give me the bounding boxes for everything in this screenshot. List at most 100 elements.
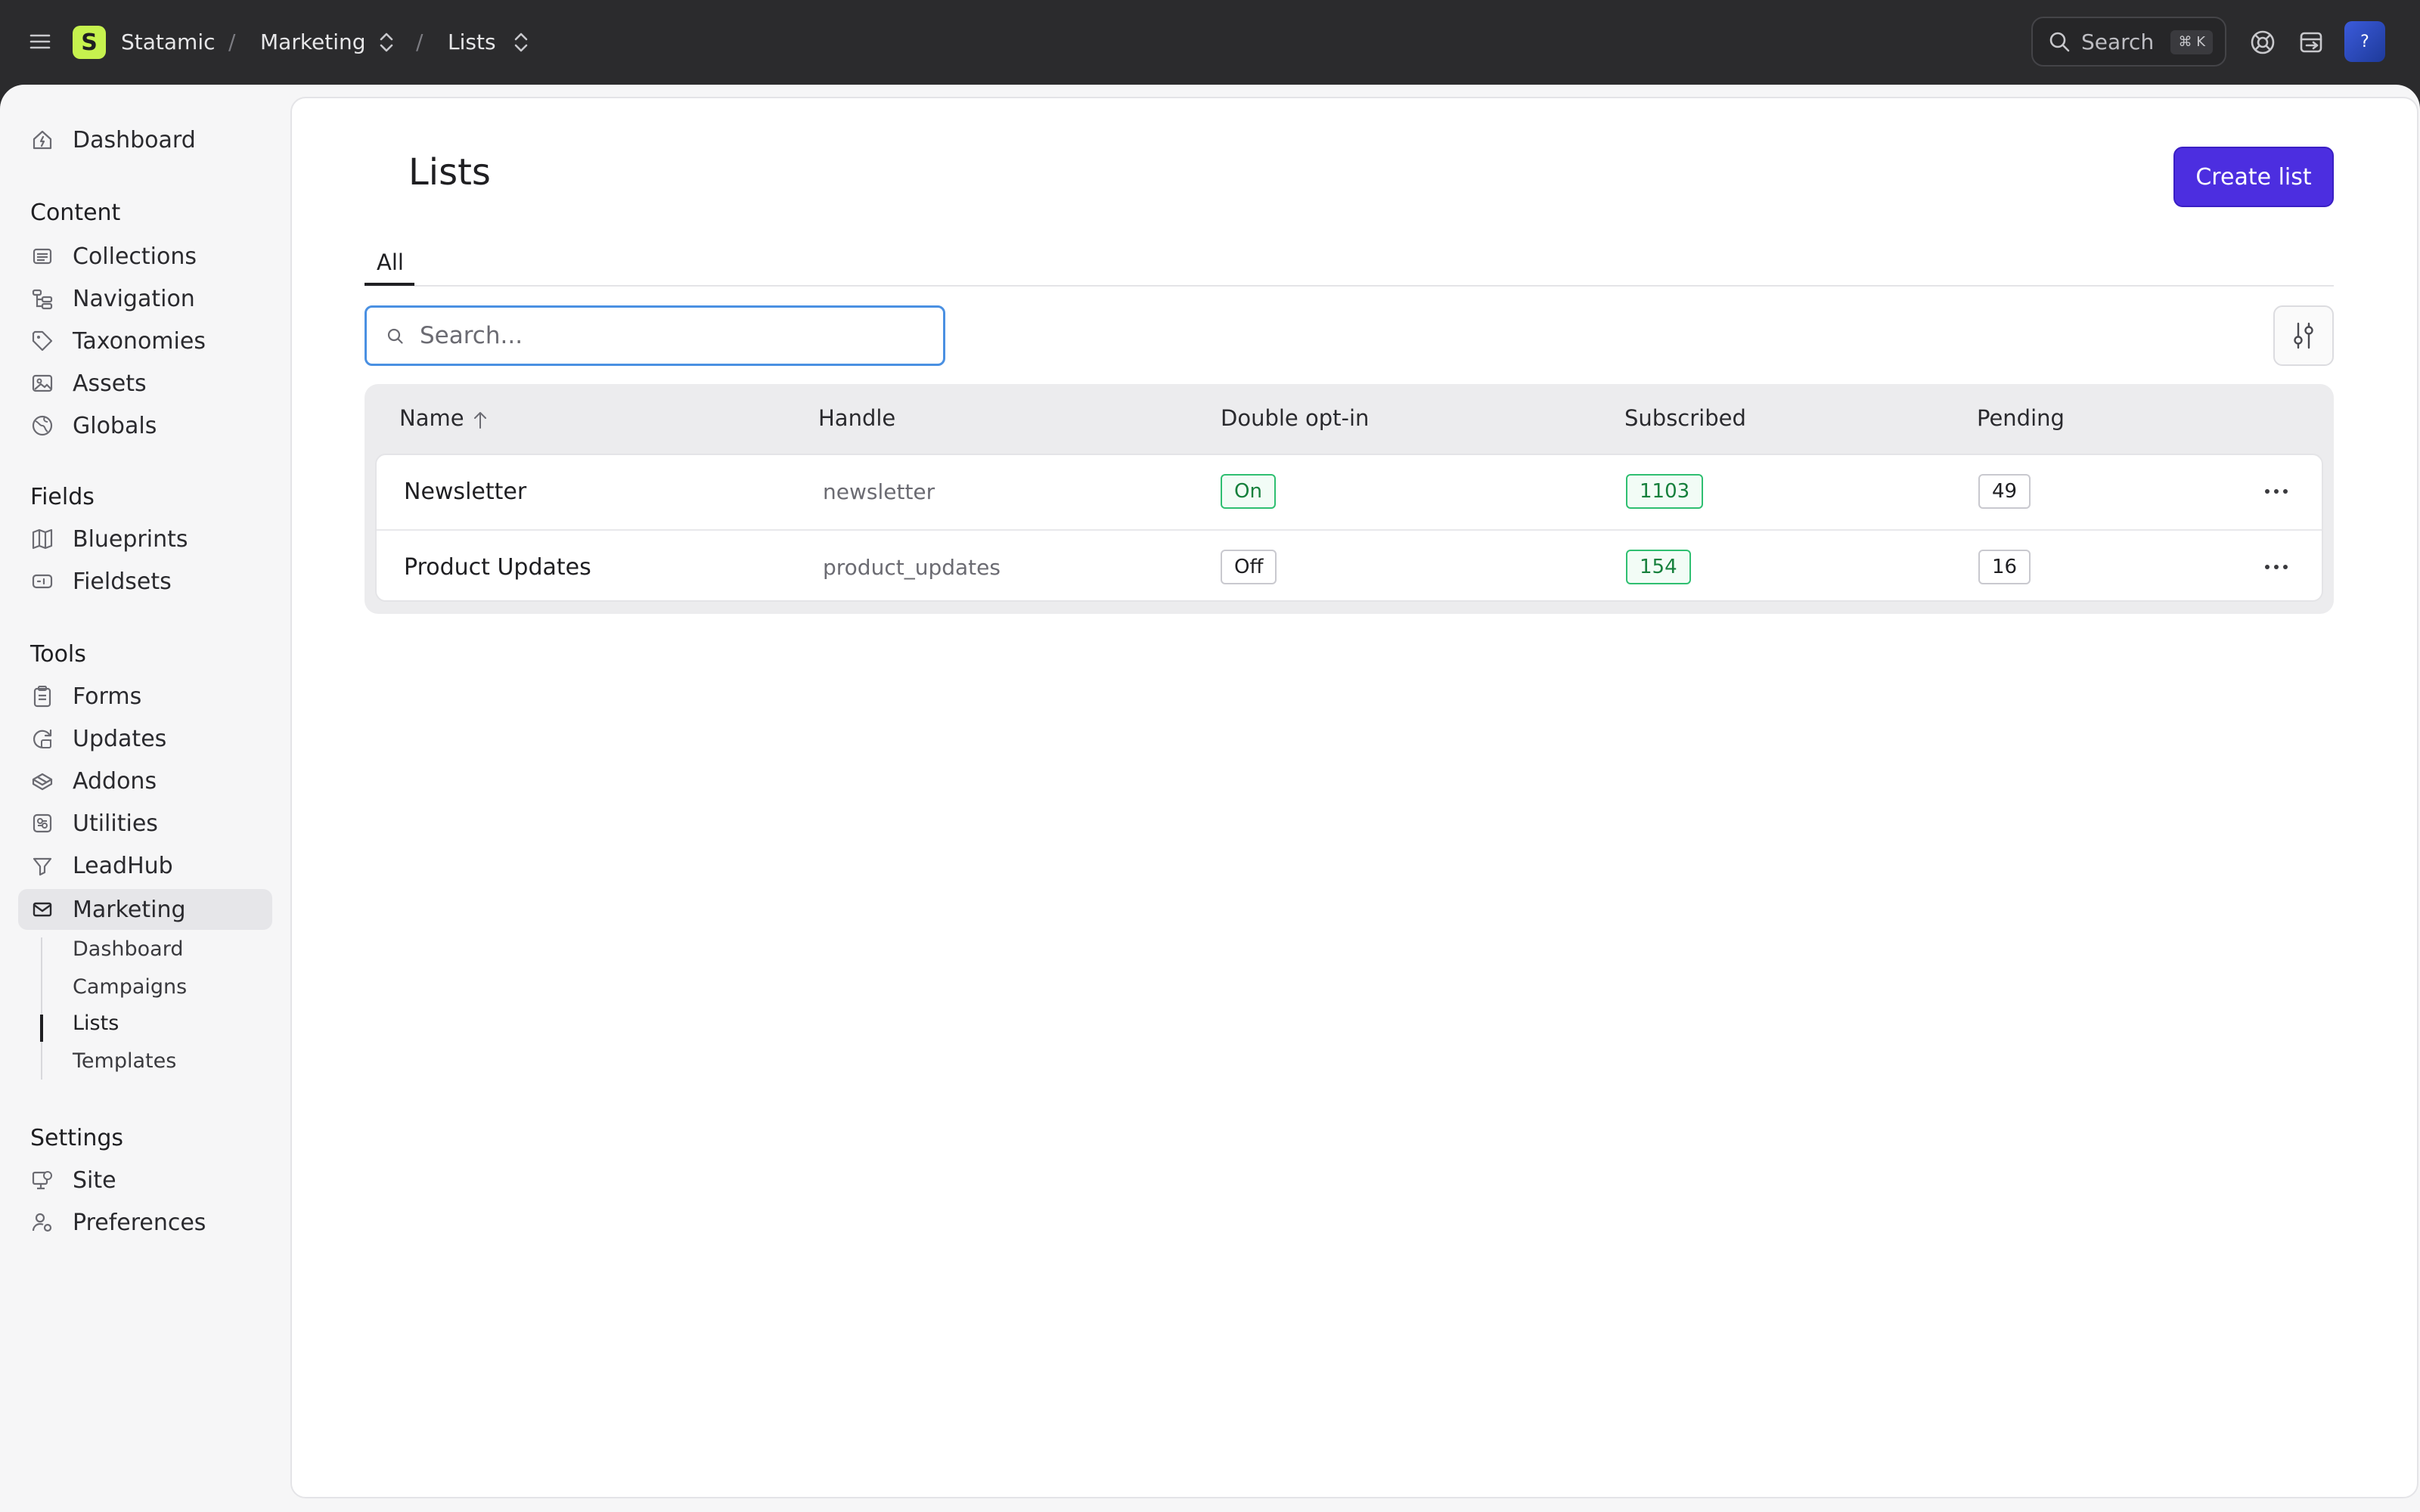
column-settings-button[interactable]	[2273, 305, 2334, 366]
tag-icon	[30, 329, 54, 353]
blueprint-icon	[30, 527, 54, 551]
clipboard-icon	[30, 684, 54, 708]
avatar[interactable]: ?	[2344, 21, 2385, 62]
breadcrumb-lists[interactable]: Lists	[448, 27, 496, 57]
submenu-active-indicator	[40, 1015, 43, 1042]
top-bar: S Statamic / Marketing / Lists Search ⌘ …	[0, 0, 2420, 85]
sidebar-item-label: Addons	[73, 767, 157, 795]
table-row[interactable]: Newsletter newsletter On 1103 49	[377, 455, 2322, 528]
cell-name[interactable]: Newsletter	[404, 455, 526, 528]
sidebar-item-label: Preferences	[73, 1209, 206, 1236]
more-actions-icon[interactable]	[2261, 556, 2291, 578]
collections-icon	[30, 244, 54, 268]
sidebar-item-label: LeadHub	[73, 852, 173, 879]
section-title-settings: Settings	[30, 1125, 124, 1151]
column-header-subscribed[interactable]: Subscribed	[1624, 405, 1746, 431]
sidebar-item-label: Site	[73, 1167, 116, 1194]
cell-handle: newsletter	[823, 479, 935, 504]
sidebar-item-site[interactable]: Site	[18, 1160, 272, 1201]
sidebar-item-preferences[interactable]: Preferences	[18, 1202, 272, 1243]
sidebar-item-utilities[interactable]: Utilities	[18, 803, 272, 844]
column-header-double-opt-in[interactable]: Double opt-in	[1221, 405, 1369, 431]
site-icon	[30, 1168, 54, 1192]
utilities-icon	[30, 811, 54, 835]
addons-icon	[30, 769, 54, 793]
sidebar-item-assets[interactable]: Assets	[18, 363, 272, 404]
chevron-up-down-icon[interactable]	[377, 30, 396, 54]
sidebar-item-collections[interactable]: Collections	[18, 236, 272, 277]
sidebar-item-blueprints[interactable]: Blueprints	[18, 519, 272, 559]
sidebar-item-label: Fieldsets	[73, 568, 172, 595]
create-list-button[interactable]: Create list	[2173, 147, 2334, 207]
menu-icon[interactable]	[29, 30, 51, 53]
status-badge: Off	[1221, 550, 1277, 584]
updates-icon	[30, 727, 54, 751]
column-header-pending[interactable]: Pending	[1977, 405, 2065, 431]
sidebar-item-forms[interactable]: Forms	[18, 676, 272, 717]
search-label: Search	[2081, 29, 2155, 54]
list-search[interactable]	[365, 305, 945, 366]
logo-letter: S	[81, 29, 98, 56]
globe-icon	[30, 414, 54, 438]
sidebar-item-label: Dashboard	[73, 126, 196, 153]
exit-icon[interactable]	[2297, 29, 2325, 56]
sidebar-item-label: Updates	[73, 725, 167, 752]
submenu-item-campaigns[interactable]: Campaigns	[73, 975, 187, 999]
avatar-initial: ?	[2360, 32, 2369, 51]
cell-name[interactable]: Product Updates	[404, 531, 591, 603]
count-badge: 154	[1626, 550, 1691, 584]
sidebar-item-label: Forms	[73, 683, 142, 710]
more-actions-icon[interactable]	[2261, 481, 2291, 502]
column-header-label: Name	[399, 405, 464, 431]
cell-double-opt-in: On	[1221, 455, 1276, 528]
sidebar-item-updates[interactable]: Updates	[18, 718, 272, 759]
breadcrumb-marketing[interactable]: Marketing	[260, 27, 366, 57]
sidebar-item-label: Globals	[73, 412, 157, 439]
cell-pending: 49	[1978, 455, 2031, 528]
column-header-name[interactable]: Name	[399, 405, 489, 431]
sort-ascending-icon	[472, 410, 489, 429]
table-row[interactable]: Product Updates product_updates Off 154 …	[377, 529, 2322, 602]
column-header-handle[interactable]: Handle	[818, 405, 895, 431]
sidebar-item-taxonomies[interactable]: Taxonomies	[18, 321, 272, 361]
dashboard-icon	[30, 128, 54, 152]
sidebar-item-addons[interactable]: Addons	[18, 761, 272, 801]
sidebar-item-label: Marketing	[73, 896, 186, 923]
sidebar-item-globals[interactable]: Globals	[18, 405, 272, 446]
sidebar-item-fieldsets[interactable]: Fieldsets	[18, 561, 272, 602]
statamic-logo[interactable]: S	[73, 26, 106, 59]
sidebar-item-dashboard[interactable]: Dashboard	[18, 119, 272, 160]
sidebar-item-navigation[interactable]: Navigation	[18, 278, 272, 319]
cell-subscribed: 154	[1626, 531, 1691, 603]
count-badge: 16	[1978, 550, 2031, 584]
breadcrumb-separator: /	[416, 29, 424, 54]
breadcrumb-separator: /	[228, 29, 236, 54]
cell-pending: 16	[1978, 531, 2031, 603]
chevron-up-down-icon[interactable]	[511, 30, 531, 54]
app-name[interactable]: Statamic	[121, 27, 216, 57]
tabs-divider	[365, 285, 2334, 287]
sidebar-item-label: Navigation	[73, 285, 195, 312]
search-input[interactable]	[420, 315, 926, 356]
table-body: Newsletter newsletter On 1103 49 Product…	[375, 454, 2323, 602]
cell-handle: product_updates	[823, 554, 1001, 580]
submenu-item-templates[interactable]: Templates	[73, 1049, 176, 1073]
cell-subscribed: 1103	[1626, 455, 1704, 528]
global-search[interactable]: Search ⌘ K	[2031, 17, 2226, 67]
submenu-item-dashboard[interactable]: Dashboard	[73, 937, 183, 961]
sliders-icon	[2290, 321, 2317, 351]
tab-active-indicator	[365, 283, 414, 286]
filter-icon	[30, 854, 54, 878]
submenu-item-lists[interactable]: Lists	[73, 1012, 119, 1035]
tab-all[interactable]: All	[377, 249, 404, 275]
section-title-content: Content	[30, 200, 121, 226]
page-title: Lists	[408, 151, 491, 194]
user-settings-icon	[30, 1210, 54, 1235]
sidebar-item-label: Collections	[73, 243, 197, 270]
sidebar-item-label: Taxonomies	[73, 327, 206, 355]
lists-table: Name Handle Double opt-in Subscribed Pen…	[365, 384, 2334, 614]
help-icon[interactable]	[2249, 29, 2276, 56]
sidebar-item-leadhub[interactable]: LeadHub	[18, 845, 272, 886]
sidebar-item-label: Blueprints	[73, 525, 188, 553]
sidebar-item-marketing[interactable]: Marketing	[18, 889, 272, 930]
